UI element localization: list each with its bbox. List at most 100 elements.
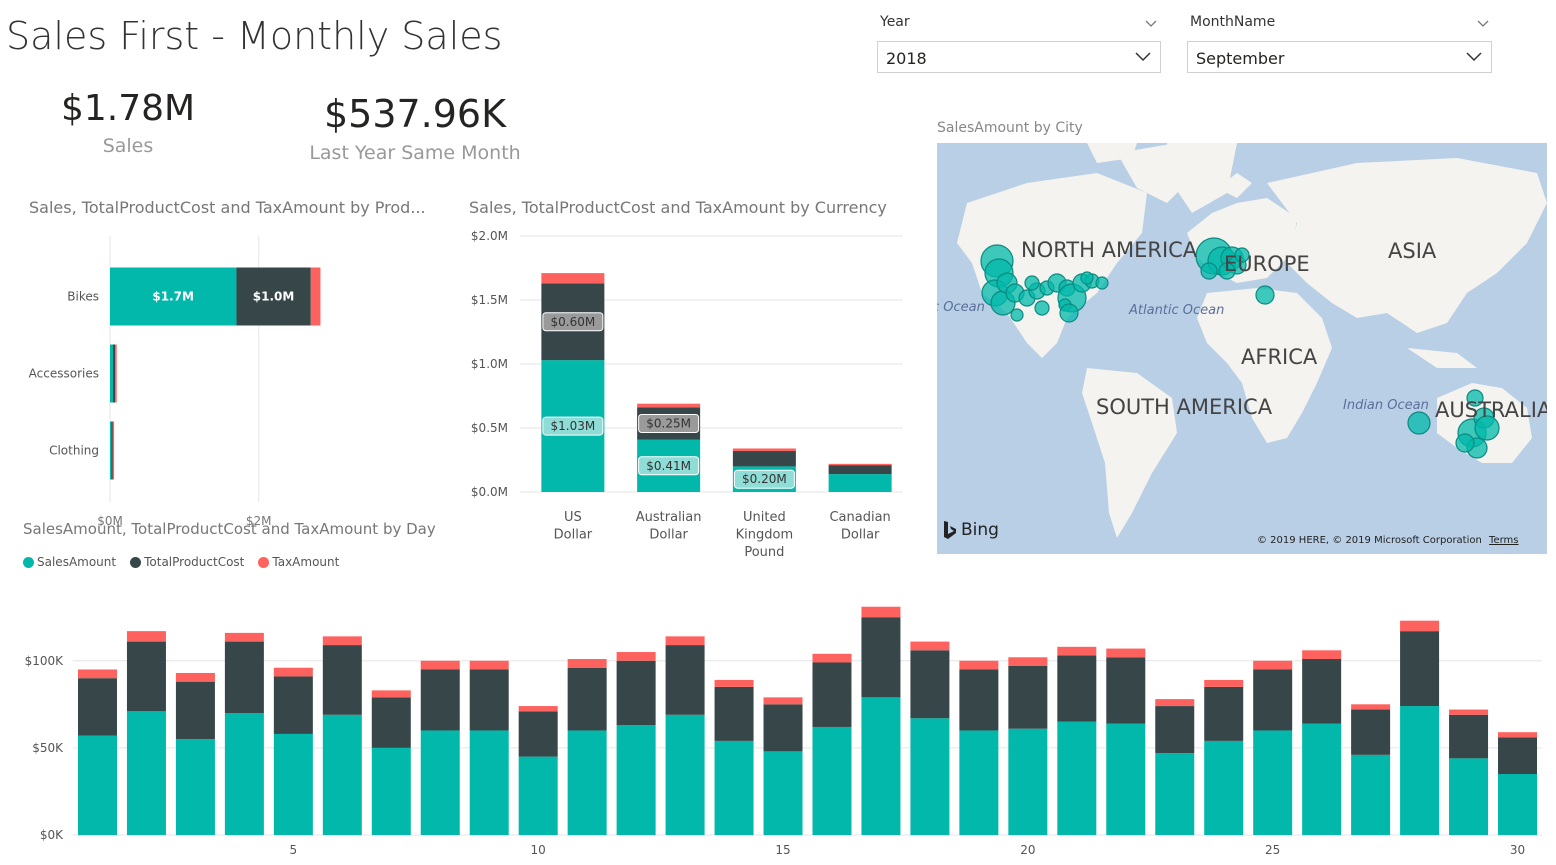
- month-slicer-label: MonthName: [1190, 14, 1276, 30]
- year-slicer[interactable]: Year 2018: [877, 12, 1161, 76]
- bar-segment: [828, 463, 892, 466]
- terms-link[interactable]: Terms: [1489, 535, 1518, 546]
- bar-segment: [273, 667, 313, 677]
- bar-segment: [1106, 657, 1146, 724]
- bar-segment: [828, 465, 892, 475]
- category-label: Accessories: [29, 367, 99, 381]
- bar-segment: [567, 667, 607, 731]
- month-dropdown[interactable]: September: [1187, 41, 1492, 73]
- city-point: [1034, 300, 1050, 316]
- bar-segment: [1498, 737, 1538, 775]
- city-point: [1255, 285, 1275, 305]
- currency-bar-chart: $0.0M $0.5M $1.0M $1.5M $2.0M $1.03M $0.60M US D…: [471, 229, 903, 560]
- bar-segment: [1057, 655, 1097, 722]
- bar-segment: [861, 617, 901, 698]
- bar-segment: [420, 730, 460, 835]
- map-label: Atlantic Ocean: [1128, 303, 1224, 318]
- bar-segment: [273, 676, 313, 734]
- city-point: [1455, 433, 1475, 453]
- legend-label: TotalProductCost: [144, 555, 245, 569]
- city-point: [1024, 275, 1040, 291]
- y-tick-label: $50K: [32, 741, 64, 755]
- bar-segment: [1204, 679, 1244, 687]
- city-point: [1200, 262, 1218, 280]
- kpi-value: $537.96K: [323, 92, 507, 136]
- chart-title: Sales, TotalProductCost and TaxAmount by…: [29, 198, 426, 217]
- chart-title: Sales, TotalProductCost and TaxAmount by…: [469, 198, 887, 217]
- bar-segment: [665, 645, 705, 715]
- bar-segment: [310, 267, 321, 326]
- legend-label: TaxAmount: [272, 555, 340, 569]
- bar-segment: [541, 273, 605, 284]
- bar-segment: [665, 636, 705, 646]
- bar-segment: [1204, 740, 1244, 835]
- legend-dot: [23, 556, 34, 568]
- bar-segment: [910, 641, 950, 651]
- data-label: $0.41M: [646, 459, 691, 473]
- bar-segment: [371, 690, 411, 698]
- bar-segment: [1106, 723, 1146, 835]
- kpi-value: $1.78M: [60, 88, 196, 129]
- bar-segment: [1253, 669, 1293, 731]
- bar-segment: [322, 714, 362, 835]
- bar-segment: [469, 660, 509, 670]
- bar-segment: [959, 669, 999, 731]
- map-label: SOUTH AMERICA: [1096, 395, 1273, 419]
- legend-dot: [258, 556, 270, 568]
- bar-segment: [567, 730, 607, 835]
- city-point: [1080, 271, 1094, 285]
- city-point: [1059, 303, 1079, 323]
- bar-segment: [1351, 754, 1391, 835]
- bar-segment: [1400, 706, 1440, 835]
- bar-segment: [112, 344, 116, 403]
- bar-segment: [322, 645, 362, 715]
- bar-segment: [175, 681, 215, 740]
- year-dropdown[interactable]: 2018: [877, 41, 1161, 73]
- year-selected-value: 2018: [886, 49, 927, 68]
- legend-item[interactable]: TaxAmount: [258, 555, 339, 569]
- map-label: AUSTRALIA: [1435, 398, 1547, 422]
- bar-segment: [224, 632, 264, 642]
- city-point: [1095, 276, 1109, 290]
- bar-segment: [77, 669, 117, 679]
- x-tick-label: 15: [775, 843, 790, 857]
- map-label: NORTH AMERICA: [1021, 238, 1198, 262]
- y-tick-label: $2.0M: [471, 229, 508, 243]
- bar-segment: [469, 669, 509, 731]
- bar-segment: [420, 669, 460, 731]
- month-slicer[interactable]: MonthName September: [1187, 12, 1492, 76]
- legend-item[interactable]: TotalProductCost: [130, 555, 244, 569]
- map-copyright: © 2019 HERE, © 2019 Microsoft Corporatio…: [1257, 535, 1518, 546]
- copyright-text: © 2019 HERE, © 2019 Microsoft Corporatio…: [1257, 535, 1482, 546]
- category-label: Dollar: [554, 528, 593, 543]
- map-label: Pacific Ocean: [937, 300, 985, 315]
- bar-segment: [763, 704, 803, 752]
- bar-segment: [812, 662, 852, 727]
- bar-segment: [616, 660, 656, 726]
- bar-segment: [665, 714, 705, 835]
- city-map[interactable]: NORTH AMERICA EUROPE ASIA AFRICA SOUTH A…: [937, 143, 1547, 554]
- bar-segment: [1106, 648, 1146, 658]
- bar-segment: [110, 421, 112, 480]
- bar-segment: [1155, 753, 1195, 835]
- legend-item[interactable]: SalesAmount: [23, 555, 116, 569]
- map-canvas[interactable]: NORTH AMERICA EUROPE ASIA AFRICA SOUTH A…: [937, 143, 1547, 554]
- bar-segment: [828, 474, 892, 492]
- x-tick-label: 30: [1510, 843, 1525, 857]
- chevron-down-icon[interactable]: [1477, 18, 1489, 28]
- bing-text: Bing: [961, 520, 999, 540]
- year-slicer-label: Year: [880, 14, 910, 30]
- chevron-down-icon[interactable]: [1145, 18, 1157, 28]
- bar-segment: [1057, 721, 1097, 835]
- bar-segment: [763, 751, 803, 835]
- bar-segment: [224, 713, 264, 835]
- bar-segment: [959, 660, 999, 670]
- bar-segment: [1155, 706, 1195, 754]
- sales-kpi-card: $1.78M Sales: [28, 88, 228, 168]
- product-bar-chart: $0M $2MBikes $1.7M $1.0MAccessoriesClothing: [29, 236, 321, 528]
- bar-segment: [175, 672, 215, 682]
- bar-segment: [322, 636, 362, 646]
- bar-segment: [1008, 728, 1048, 835]
- bar-segment: [469, 730, 509, 835]
- map-label: Indian Ocean: [1343, 398, 1429, 413]
